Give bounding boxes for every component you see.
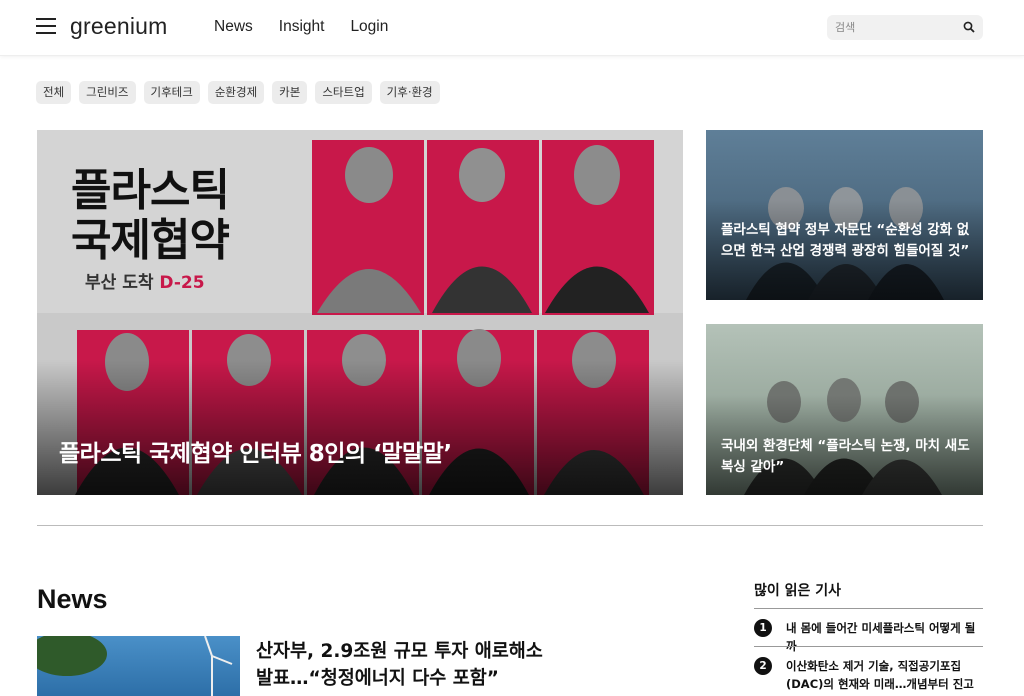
chip-startup[interactable]: 스타트업 [315,81,372,104]
side-article-title[interactable]: 플라스틱 협약 정부 자문단 “순환성 강화 없으면 한국 산업 경쟁력 광장히… [721,220,971,262]
side-article-title[interactable]: 국내외 환경단체 “플라스틱 논쟁, 마치 새도복싱 같아” [721,436,971,478]
search-input[interactable] [827,15,957,40]
news-article-title[interactable]: 산자부, 2.9조원 규모 투자 애로해소 발표…“청정에너지 다수 포함” [256,638,556,692]
popular-heading: 많이 읽은 기사 [754,583,842,599]
news-thumbnail[interactable] [37,636,240,696]
search-icon[interactable] [963,21,975,33]
section-divider [37,525,983,526]
search-box [827,15,983,40]
main-nav: News Insight Login [214,18,388,36]
popular-item[interactable]: 2 이산화탄소 제거 기술, 직접공기포집(DAC)의 현재와 미래…개념부터 … [754,657,983,693]
hero-gradient [37,360,683,495]
popular-item-title[interactable]: 이산화탄소 제거 기술, 직접공기포집(DAC)의 현재와 미래…개념부터 진고 [786,657,983,693]
chip-carbon[interactable]: 카본 [272,81,308,104]
side-article-card[interactable]: 플라스틱 협약 정부 자문단 “순환성 강화 없으면 한국 산업 경쟁력 광장히… [706,130,983,300]
menu-icon[interactable] [36,18,56,34]
chip-all[interactable]: 전체 [36,81,72,104]
nav-insight[interactable]: Insight [279,18,325,36]
nav-login[interactable]: Login [350,18,388,36]
site-logo[interactable]: greenium [70,13,168,40]
rank-badge: 2 [754,657,772,675]
hero-art-subtitle: 부산 도착 D-25 [85,273,205,293]
popular-divider [754,608,983,609]
hero-article[interactable]: 플라스틱 국제협약 부산 도착 D-25 플라스틱 국제협약 인터뷰 8인의 ‘… [37,130,683,495]
popular-divider [754,646,983,647]
hero-headline[interactable]: 플라스틱 국제협약 인터뷰 8인의 ‘말말말’ [59,434,452,468]
site-header: greenium News Insight Login [0,0,1024,56]
wind-turbine-image [37,636,233,696]
chip-climatetech[interactable]: 기후테크 [143,81,200,104]
chip-circular-economy[interactable]: 순환경제 [207,81,265,104]
rank-badge: 1 [754,619,772,637]
chip-climate-environment[interactable]: 기후·환경 [379,81,440,104]
chip-greenbiz[interactable]: 그린비즈 [79,81,136,104]
side-article-card[interactable]: 국내외 환경단체 “플라스틱 논쟁, 마치 새도복싱 같아” [706,324,983,495]
hero-art-title: 플라스틱 국제협약 [71,165,230,266]
news-section-heading: News [37,584,108,614]
popular-item-title[interactable]: 내 몸에 들어간 미세플라스틱 어떻게 될까 [786,619,983,655]
category-chips: 전체 그린비즈 기후테크 순환경제 카본 스타트업 기후·환경 [36,81,440,104]
nav-news[interactable]: News [214,18,253,36]
popular-item[interactable]: 1 내 몸에 들어간 미세플라스틱 어떻게 될까 [754,619,983,655]
